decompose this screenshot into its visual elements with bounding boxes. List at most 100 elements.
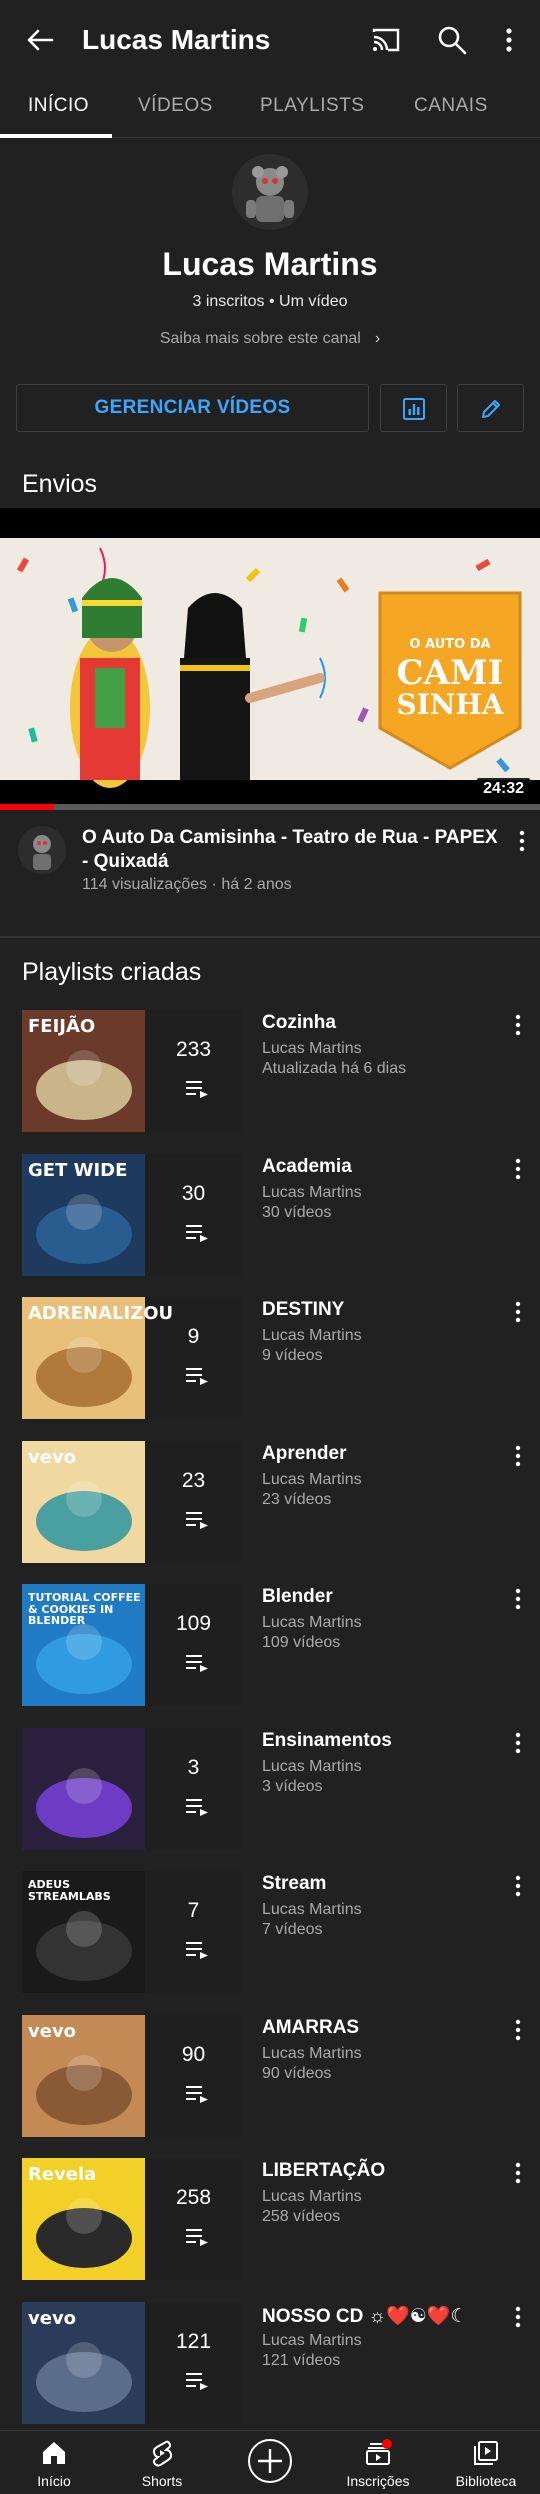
search-icon[interactable]	[432, 20, 472, 60]
playlist-name[interactable]: AMARRAS	[262, 2017, 359, 2039]
playlist-thumbnail[interactable]: ADEUS STREAMLABS 7	[22, 1871, 242, 1993]
nav-home[interactable]: Início	[4, 2431, 104, 2494]
nav-subscriptions-label: Inscrições	[346, 2473, 410, 2489]
playlist-thumb-text: GET WIDE	[28, 1159, 128, 1181]
playlist-thumbnail[interactable]: Revela 258	[22, 2158, 242, 2280]
playlist-item[interactable]: vevo 23 Aprender Lucas Martins 23 vídeos	[0, 1440, 540, 1563]
cast-icon[interactable]	[366, 20, 406, 60]
bottom-navigation: Início Shorts Inscrições Biblioteca	[0, 2430, 540, 2494]
playlist-subtitle: 121 vídeos	[262, 2351, 341, 2369]
edit-channel-button[interactable]	[457, 384, 524, 432]
playlist-more-icon[interactable]	[510, 1730, 526, 1756]
playlist-name[interactable]: Ensinamentos	[262, 1730, 392, 1752]
playlist-item[interactable]: vevo 121 NOSSO CD ☼❤️☯❤️☾ Lucas Martins 121 …	[0, 2301, 540, 2424]
playlist-name[interactable]: Blender	[262, 1586, 333, 1608]
playlist-more-icon[interactable]	[510, 2160, 526, 2186]
nav-shorts[interactable]: Shorts	[112, 2431, 212, 2494]
playlist-thumb-text: FEIJÃO	[28, 1016, 96, 1037]
app-bar: Lucas Martins	[0, 0, 540, 80]
video-thumbnail[interactable]: O AUTO DA CAMI SINHA 24:32	[0, 508, 540, 810]
tab-inicio[interactable]: INÍCIO	[28, 80, 89, 138]
playlist-name[interactable]: Cozinha	[262, 1012, 336, 1034]
playlist-more-icon[interactable]	[510, 1586, 526, 1612]
nav-library[interactable]: Biblioteca	[436, 2431, 536, 2494]
tab-videos[interactable]: VÍDEOS	[138, 80, 213, 138]
playlist-video-count: 9	[187, 1325, 200, 1348]
playlist-thumbnail[interactable]: ADRENALIZOU 9	[22, 1297, 242, 1419]
playlist-thumbnail[interactable]: 3	[22, 1727, 242, 1850]
about-channel-link[interactable]: Saiba mais sobre este canal ›	[0, 330, 540, 348]
nav-subscriptions[interactable]: Inscrições	[328, 2431, 428, 2494]
playlist-owner: Lucas Martins	[262, 1757, 362, 1775]
thumb-text-line3: SINHA	[396, 688, 504, 721]
playlist-thumbnail[interactable]: vevo 121	[22, 2301, 242, 2424]
playlist-item[interactable]: FEIJÃO 233 Cozinha Lucas Martins Atualizada …	[0, 1010, 540, 1132]
playlist-name[interactable]: Stream	[262, 1873, 326, 1895]
playlist-owner: Lucas Martins	[262, 2044, 362, 2062]
playlist-name[interactable]: Aprender	[262, 1443, 346, 1465]
library-icon	[474, 2441, 498, 2465]
uploads-section-title: Envios	[22, 470, 98, 498]
playlist-video-count: 233	[175, 1038, 212, 1061]
video-channel-avatar[interactable]	[18, 826, 66, 874]
playlist-subtitle: 90 vídeos	[262, 2064, 332, 2082]
analytics-icon	[403, 398, 425, 420]
playlist-thumbnail[interactable]: vevo 90	[22, 2014, 242, 2137]
playlists-section-title: Playlists criadas	[22, 958, 202, 986]
video-more-icon[interactable]	[514, 826, 530, 856]
playlist-name[interactable]: DESTINY	[262, 1299, 344, 1321]
playlist-thumbnail-art	[22, 1727, 145, 1850]
playlist-item[interactable]: Revela 258 LIBERTAÇÃO Lucas Martins 258 víde…	[0, 2158, 540, 2280]
playlist-video-count: 258	[175, 2186, 212, 2209]
video-meta: 114 visualizações · há 2 anos	[82, 876, 292, 893]
playlist-count-overlay	[145, 1584, 242, 1706]
tab-playlists[interactable]: PLAYLISTS	[260, 80, 364, 138]
playlist-item[interactable]: ADEUS STREAMLABS 7 Stream Lucas Martins 7 ví…	[0, 1871, 540, 1993]
playlist-name[interactable]: NOSSO CD ☼❤️☯❤️☾	[262, 2304, 467, 2328]
analytics-button[interactable]	[380, 384, 447, 432]
playlist-count-overlay	[145, 1871, 242, 1993]
playlist-thumb-text: TUTORIAL COFFEE & COOKIES IN BLENDER	[28, 1591, 141, 1628]
tab-canais[interactable]: CANAIS	[414, 80, 488, 138]
playlist-item[interactable]: GET WIDE 30 Academia Lucas Martins 30 vídeos	[0, 1153, 540, 1276]
playlist-thumb-text: ADRENALIZOU	[28, 1303, 174, 1324]
more-vert-icon[interactable]	[494, 20, 524, 60]
home-icon	[43, 2442, 65, 2464]
back-arrow-icon[interactable]	[20, 20, 60, 60]
playlist-icon	[186, 2229, 208, 2246]
playlist-more-icon[interactable]	[510, 1156, 526, 1182]
playlist-thumbnail[interactable]: vevo 23	[22, 1440, 242, 1563]
thumb-text-line1: O AUTO DA	[409, 637, 490, 652]
channel-tabs: INÍCIO VÍDEOS PLAYLISTS CANAIS	[0, 80, 540, 138]
manage-videos-button[interactable]: GERENCIAR VÍDEOS	[16, 384, 369, 432]
playlist-name[interactable]: Academia	[262, 1156, 352, 1178]
playlist-more-icon[interactable]	[510, 1873, 526, 1899]
playlist-more-icon[interactable]	[510, 2017, 526, 2043]
channel-avatar[interactable]	[232, 154, 308, 230]
playlist-video-count: 121	[175, 2329, 212, 2353]
playlist-icon	[186, 2372, 208, 2390]
playlist-item[interactable]: TUTORIAL COFFEE & COOKIES IN BLENDER 109 B…	[0, 1584, 540, 1706]
playlist-more-icon[interactable]	[510, 1012, 526, 1038]
video-title[interactable]: O Auto Da Camisinha - Teatro de Rua - PA…	[82, 826, 502, 874]
playlist-count-overlay	[145, 2014, 242, 2137]
playlist-thumbnail[interactable]: GET WIDE 30	[22, 1153, 242, 1276]
playlist-subtitle: 258 vídeos	[262, 2208, 341, 2225]
playlist-more-icon[interactable]	[510, 2304, 526, 2330]
playlist-subtitle: 30 vídeos	[262, 1203, 332, 1221]
playlist-icon	[186, 2085, 208, 2103]
playlist-video-count: 30	[181, 1181, 206, 1205]
playlist-item[interactable]: 3 Ensinamentos Lucas Martins 3 vídeos	[0, 1727, 540, 1850]
playlist-thumbnail[interactable]: FEIJÃO 233	[22, 1010, 242, 1132]
watch-progress-fill	[0, 804, 54, 810]
playlist-name[interactable]: LIBERTAÇÃO	[262, 2160, 385, 2182]
playlist-item[interactable]: ADRENALIZOU 9 DESTINY Lucas Martins 9 vídeos	[0, 1297, 540, 1419]
playlist-more-icon[interactable]	[510, 1443, 526, 1469]
playlist-item[interactable]: vevo 90 AMARRAS Lucas Martins 90 vídeos	[0, 2014, 540, 2137]
playlist-owner: Lucas Martins	[262, 1614, 362, 1631]
playlist-more-icon[interactable]	[510, 1299, 526, 1325]
about-channel-label: Saiba mais sobre este canal	[159, 330, 361, 347]
playlist-thumbnail[interactable]: TUTORIAL COFFEE & COOKIES IN BLENDER 109	[22, 1584, 242, 1706]
create-button[interactable]	[248, 2439, 292, 2483]
create-icon	[258, 2449, 282, 2473]
